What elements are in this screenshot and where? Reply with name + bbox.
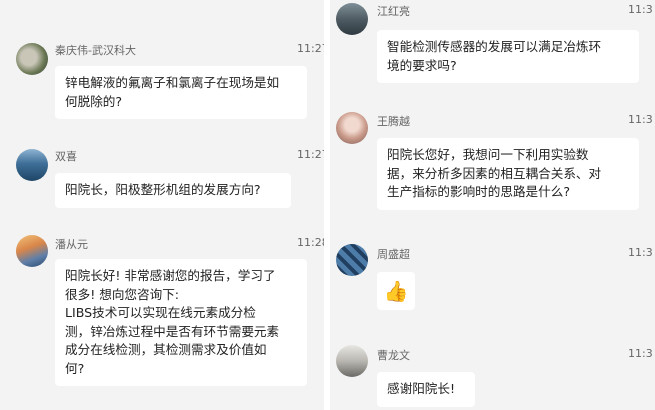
chat-panel-left: 秦庆伟-武汉科大 11:27 锌电解液的氟离子和氯离子在现场是如 何脱除的? 双… <box>0 0 324 410</box>
message-bubble[interactable]: 👍 <box>377 272 415 310</box>
message-line: 境的要求吗? <box>387 57 457 73</box>
thumbs-up-icon: 👍 <box>383 279 409 303</box>
sender-name: 潘从元 <box>55 238 88 251</box>
message-bubble[interactable]: 智能检测传感器的发展可以满足冶炼环 境的要求吗? <box>377 30 639 83</box>
avatar[interactable] <box>336 112 368 144</box>
sender-name: 王腾越 <box>377 115 410 128</box>
message-time: 11:3 <box>628 113 653 126</box>
avatar[interactable] <box>16 149 48 181</box>
avatar[interactable] <box>16 43 48 75</box>
message-line: 很多! 想向您咨询下: <box>65 286 180 302</box>
message-line: 何? <box>65 360 85 376</box>
message-bubble[interactable]: 阳院长好! 非常感谢您的报告，学习了 很多! 想向您咨询下: LIBS技术可以实… <box>55 259 307 386</box>
avatar[interactable] <box>336 3 368 35</box>
message-line: LIBS技术可以实现在线元素成分检 <box>65 305 256 320</box>
sender-name: 秦庆伟-武汉科大 <box>55 44 136 57</box>
message-bubble[interactable]: 感谢阳院长! <box>377 372 475 407</box>
message-time: 11:27 <box>297 42 324 55</box>
sender-name: 双喜 <box>55 150 77 163</box>
sender-name: 江红亮 <box>377 5 410 18</box>
message-line: 智能检测传感器的发展可以满足冶炼环 <box>387 39 602 54</box>
message-bubble[interactable]: 阳院长您好，我想问一下利用实验数 据，来分析多因素的相互耦合关系、对 生产指标的… <box>377 138 639 210</box>
message-line: 据，来分析多因素的相互耦合关系、对 <box>387 165 602 181</box>
avatar[interactable] <box>336 345 368 377</box>
message-line: 感谢阳院长! <box>387 381 456 396</box>
sender-name: 周盛超 <box>377 248 410 261</box>
message-line: 成分在线检测，其检测需求及价值如 <box>65 342 267 357</box>
message-line: 何脱除的? <box>65 93 123 109</box>
message-bubble[interactable]: 锌电解液的氟离子和氯离子在现场是如 何脱除的? <box>55 66 307 119</box>
message-line: 阳院长，阳极整形机组的发展方向? <box>65 182 261 197</box>
sender-name: 曹龙文 <box>377 349 410 362</box>
avatar[interactable] <box>16 235 48 267</box>
message-time: 11:28 <box>297 236 324 249</box>
avatar[interactable] <box>336 244 368 276</box>
message-time: 11:3 <box>628 347 653 360</box>
message-line: 阳院长好! 非常感谢您的报告，学习了 <box>65 268 276 283</box>
message-line: 测，锌冶炼过程中是否有环节需要元素 <box>65 323 280 339</box>
message-bubble[interactable]: 阳院长，阳极整形机组的发展方向? <box>55 173 291 208</box>
message-time: 11:3 <box>628 246 653 259</box>
chat-panel-right: 江红亮 11:3 智能检测传感器的发展可以满足冶炼环 境的要求吗? 王腾越 11… <box>330 0 655 410</box>
message-time: 11:3 <box>628 3 653 16</box>
message-line: 生产指标的影响时的思路是什么? <box>387 184 570 199</box>
message-time: 11:27 <box>297 148 324 161</box>
message-line: 锌电解液的氟离子和氯离子在现场是如 <box>65 75 280 90</box>
message-line: 阳院长您好，我想问一下利用实验数 <box>387 147 589 162</box>
